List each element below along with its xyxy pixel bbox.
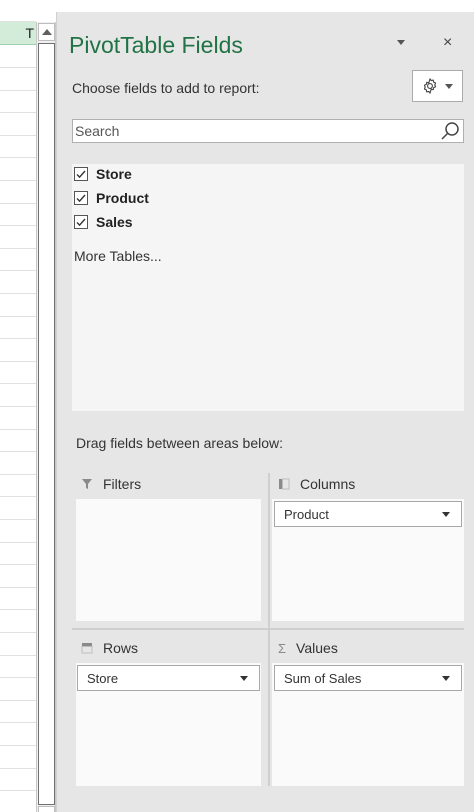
chevron-down-icon[interactable] (442, 512, 450, 517)
search-box[interactable] (72, 119, 464, 143)
search-input[interactable] (73, 120, 433, 142)
scroll-down-button[interactable] (38, 806, 55, 812)
field-label: Store (96, 166, 132, 182)
grid-row-line (0, 587, 36, 588)
grid-row-line (0, 180, 36, 181)
grid-row-line (0, 383, 36, 384)
field-item-store[interactable]: Store (74, 166, 132, 182)
chevron-down-icon[interactable] (397, 40, 405, 45)
columns-drop-zone[interactable]: Product (272, 499, 464, 621)
grid-row-line (0, 677, 36, 678)
columns-area-header: Columns (278, 476, 355, 492)
grid-row-line (0, 700, 36, 701)
filters-drop-zone[interactable] (76, 499, 261, 621)
field-item-sales[interactable]: Sales (74, 214, 133, 230)
drag-fields-label: Drag fields between areas below: (76, 435, 284, 451)
grid-row-line (0, 338, 36, 339)
spreadsheet-grid: T (0, 0, 36, 812)
more-tables-link[interactable]: More Tables... (74, 248, 162, 264)
chip-label: Sum of Sales (284, 670, 362, 686)
field-list: Store Product Sales More Tables... (72, 164, 464, 411)
values-area-title: Values (296, 640, 338, 656)
rows-area-header: Rows (81, 640, 138, 656)
grid-row-line (0, 790, 36, 791)
columns-area-title: Columns (300, 476, 356, 492)
grid-row-line (0, 248, 36, 249)
grid-row-line (0, 135, 36, 136)
filters-area-title: Filters (103, 476, 142, 492)
grid-row-line (0, 67, 36, 68)
grid-row-line (0, 406, 36, 407)
rows-area-title: Rows (103, 640, 139, 656)
gear-icon (423, 78, 437, 94)
grid-row-line (0, 542, 36, 543)
grid-row-line (0, 745, 36, 746)
grid-row-line (0, 429, 36, 430)
arrow-up-icon (41, 29, 52, 35)
chevron-down-icon (445, 83, 453, 89)
sigma-icon: Σ (278, 640, 287, 656)
grid-row-line (0, 361, 36, 362)
grid-row-line (0, 496, 36, 497)
column-header[interactable]: T (0, 22, 36, 45)
grid-row-line (0, 90, 36, 91)
values-drop-zone[interactable]: Sum of Sales (272, 663, 464, 786)
chip-label: Store (87, 670, 119, 686)
checkbox-checked-icon[interactable] (74, 167, 88, 181)
chevron-down-icon[interactable] (442, 676, 450, 681)
filter-icon (82, 479, 92, 489)
grid-row-line (0, 609, 36, 610)
chip-label: Product (284, 506, 329, 522)
field-label: Product (96, 190, 149, 206)
pivottable-fields-pane: PivotTable Fields × Choose fields to add… (56, 12, 474, 812)
grid-row-line (0, 225, 36, 226)
columns-icon (279, 478, 290, 490)
values-area-header: Σ Values (278, 640, 338, 656)
column-header-label: T (25, 25, 34, 41)
grid-row-line (0, 655, 36, 656)
vertical-scrollbar[interactable] (36, 22, 56, 812)
close-icon[interactable]: × (443, 34, 452, 52)
tools-button[interactable] (412, 70, 463, 102)
choose-fields-label: Choose fields to add to report: (72, 80, 260, 96)
grid-row-line (0, 157, 36, 158)
checkbox-checked-icon[interactable] (74, 215, 88, 229)
chevron-down-icon[interactable] (240, 676, 248, 681)
rows-drop-zone[interactable]: Store (76, 663, 261, 786)
values-field-sum-of-sales[interactable]: Sum of Sales (274, 665, 462, 691)
grid-row-line (0, 270, 36, 271)
rows-field-store[interactable]: Store (77, 665, 260, 691)
columns-field-product[interactable]: Product (274, 501, 462, 527)
checkbox-checked-icon[interactable] (74, 191, 88, 205)
area-divider-horizontal (72, 628, 464, 630)
grid-row-line (0, 519, 36, 520)
grid-row-line (0, 293, 36, 294)
scroll-up-button[interactable] (38, 23, 55, 41)
sheet-top-cell (0, 0, 36, 22)
field-label: Sales (96, 214, 133, 230)
grid-row-line (0, 316, 36, 317)
grid-row-line (0, 722, 36, 723)
grid-row-line (0, 474, 36, 475)
rows-icon (81, 643, 93, 654)
grid-row-line (0, 768, 36, 769)
grid-row-line (0, 564, 36, 565)
grid-row-line (0, 203, 36, 204)
grid-row-line (0, 112, 36, 113)
field-item-product[interactable]: Product (74, 190, 149, 206)
search-icon[interactable] (440, 121, 460, 141)
grid-row-line (0, 632, 36, 633)
scrollbar-thumb[interactable] (38, 43, 55, 805)
grid-row-line (0, 451, 36, 452)
pane-title: PivotTable Fields (69, 32, 243, 58)
filters-area-header: Filters (81, 476, 141, 492)
